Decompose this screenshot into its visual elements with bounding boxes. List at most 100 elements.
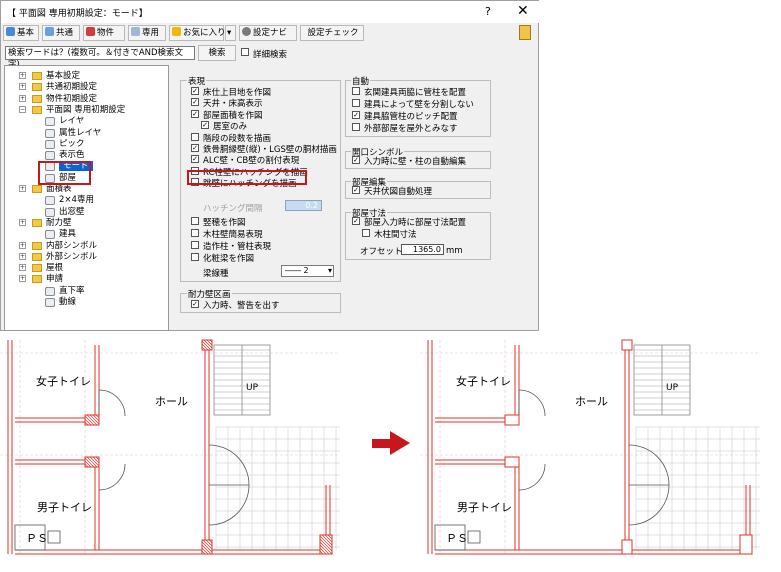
settings-page-icon — [45, 196, 55, 206]
common-label: 共通 — [56, 28, 74, 38]
option-label: 部屋入力時に部屋寸法配置 — [364, 218, 467, 228]
dedicated-icon — [131, 27, 140, 36]
hatch-pitch-label: ハッチング間隔 — [203, 204, 263, 214]
option-checkbox[interactable]: ✓ — [191, 144, 199, 152]
search-input[interactable]: 検索ワードは？(複数可。＆付きでAND検索文字) — [5, 46, 195, 70]
folder-icon — [32, 218, 42, 227]
expand-icon[interactable]: + — [19, 72, 26, 79]
option-label: 天井・床高表示 — [203, 99, 263, 110]
option-checkbox[interactable]: ✓ — [191, 300, 199, 308]
expand-icon[interactable]: + — [19, 241, 26, 249]
beam-line-select[interactable]: ―― 2 ▾ — [281, 265, 334, 277]
expand-icon[interactable]: + — [19, 264, 26, 272]
up-label-after: UP — [666, 383, 679, 393]
offset-input[interactable]: 1365.0 — [401, 244, 444, 255]
detail-search-checkbox[interactable] — [241, 48, 249, 56]
option-label: 居室のみ — [213, 122, 248, 133]
settings-navi-button[interactable]: 設定ナビ — [239, 25, 297, 41]
hall-label-before: ホール — [155, 395, 188, 408]
option-checkbox[interactable] — [352, 123, 360, 131]
option-checkbox[interactable] — [191, 132, 199, 141]
women-toilet-label-before: 女子トイレ — [36, 375, 91, 388]
option-label: 木柱壁簡易表現 — [203, 230, 263, 240]
window-title: 【 平面図 専用初期設定：モード】 — [7, 9, 148, 19]
collapse-icon[interactable]: − — [19, 105, 26, 113]
beam-line-label: 梁線種 — [203, 269, 229, 279]
settings-page-icon — [45, 298, 55, 307]
tree-item-label: 2×4専用 — [59, 195, 94, 206]
property-button[interactable]: 物件 — [83, 25, 125, 41]
option-checkbox[interactable]: ✓ — [352, 156, 360, 164]
highlight-frame-mode — [38, 161, 91, 185]
settings-tree[interactable]: + 基本設定 + 共通初期設定 + 物件初期設定 − 平面図 専用初期設定 レイヤ 属性レイヤ ピッ… — [4, 65, 169, 331]
chevron-down-icon: ▾ — [327, 266, 332, 275]
option-checkbox[interactable] — [191, 229, 199, 237]
option-label: 入力時、警告を出す — [203, 301, 280, 311]
beam-line-value: ―― 2 — [285, 266, 309, 275]
settings-page-icon — [45, 117, 55, 127]
folder-icon — [32, 83, 42, 92]
tree-item-label: 物件初期設定 — [46, 93, 98, 104]
settings-page-icon — [45, 207, 55, 217]
house-icon — [86, 27, 95, 36]
option-checkbox[interactable]: ✓ — [352, 186, 360, 194]
option-label: 入力時に壁・柱の自動編集 — [364, 157, 467, 167]
tree-item-label: 出窓壁 — [59, 206, 85, 217]
common-button[interactable]: 共通 — [42, 25, 80, 41]
option-label: 化粧梁を作図 — [203, 254, 255, 264]
option-checkbox[interactable]: ✓ — [201, 121, 209, 130]
offset-unit: mm — [446, 246, 463, 256]
help-button[interactable]: ? — [485, 5, 491, 18]
tree-item-label: 面積表 — [46, 184, 72, 194]
expand-icon[interactable]: + — [19, 218, 26, 226]
option-checkbox[interactable]: ✓ — [352, 217, 360, 225]
settings-check-button[interactable]: 設定チェック — [300, 25, 364, 41]
expand-icon[interactable]: + — [19, 275, 26, 283]
option-checkbox[interactable]: ✓ — [191, 155, 199, 164]
expand-icon[interactable]: + — [19, 83, 26, 91]
folder-icon — [32, 105, 42, 114]
option-label: 鉄骨胴縁壁(縦)・LGS壁の胴材描画 — [203, 145, 337, 155]
tree-item-label: 申請 — [46, 274, 64, 285]
option-label: 建具によって壁を分割しない — [364, 100, 474, 110]
pin-icon[interactable] — [519, 25, 531, 40]
floor-plan-comparison: 女子トイレ ホール UP 男子トイレ ＰＳ 女子トイレ ホール UP 男子トイレ… — [0, 335, 781, 572]
option-checkbox[interactable] — [362, 229, 370, 237]
expand-icon[interactable]: + — [19, 94, 26, 102]
close-button[interactable]: ✕ — [517, 3, 529, 19]
option-checkbox[interactable]: ✓ — [352, 111, 360, 119]
tree-item-label: レイヤ — [59, 116, 85, 127]
option-label: 建具脇管柱のピッチ配置 — [364, 112, 458, 122]
tree-item-label: ピック — [59, 138, 85, 149]
dedicated-button[interactable]: 専用 — [128, 25, 166, 41]
option-label: 階段の段数を描画 — [203, 133, 272, 144]
settings-page-icon — [45, 286, 55, 296]
offset-label: オフセット — [360, 247, 403, 257]
option-checkbox[interactable] — [352, 99, 360, 107]
option-label: 木柱間寸法 — [374, 230, 417, 240]
option-checkbox[interactable] — [191, 253, 199, 261]
option-label: 床仕上目地を作図 — [203, 88, 272, 98]
option-checkbox[interactable] — [191, 217, 199, 225]
favorites-dropdown[interactable]: ▾ — [225, 25, 236, 41]
arrow-icon — [372, 431, 410, 455]
option-label: 玄関建具両脇に管柱を配置 — [364, 88, 467, 98]
property-label: 物件 — [97, 28, 115, 38]
tree-item-label: 建具 — [59, 229, 77, 240]
hall-label-after: ホール — [575, 395, 608, 408]
folder-icon — [32, 252, 42, 261]
hatch-pitch-input[interactable]: 0.2 — [285, 200, 322, 211]
expand-icon[interactable]: + — [19, 185, 26, 192]
option-checkbox[interactable]: ✓ — [191, 109, 199, 118]
option-checkbox[interactable] — [191, 241, 199, 249]
search-button[interactable]: 検索 — [198, 45, 236, 61]
folder-icon — [32, 94, 42, 103]
option-checkbox[interactable]: ✓ — [191, 98, 199, 107]
expand-icon[interactable]: + — [19, 252, 26, 260]
option-checkbox[interactable]: ✓ — [191, 87, 199, 95]
basic-button[interactable]: 基本 — [3, 25, 39, 41]
favorites-button[interactable]: お気に入り — [169, 25, 226, 41]
women-toilet-label-after: 女子トイレ — [456, 375, 511, 388]
option-checkbox[interactable] — [352, 87, 360, 95]
star-icon — [172, 27, 181, 36]
